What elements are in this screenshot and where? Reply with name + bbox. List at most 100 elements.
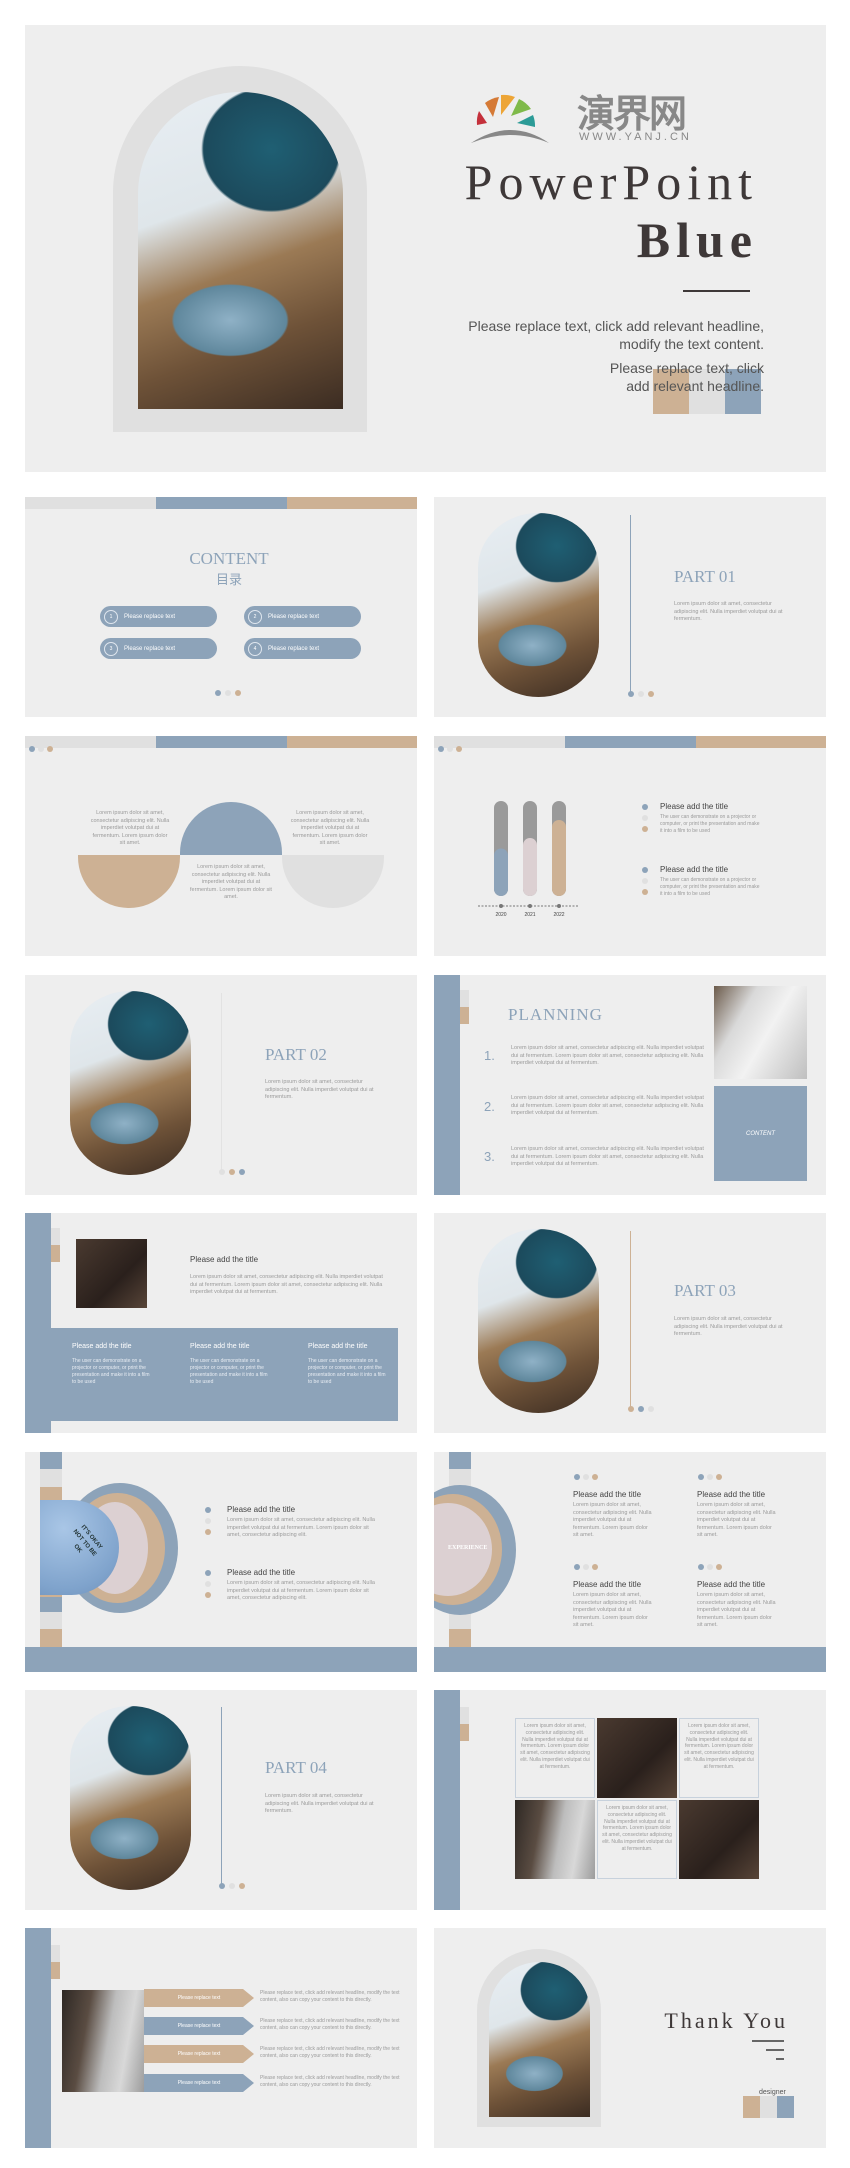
axis-marker <box>499 904 503 908</box>
bullet-dot <box>642 878 648 884</box>
deco-line <box>776 2058 784 2060</box>
dot <box>219 1883 225 1889</box>
chart-slide[interactable]: 2020 2021 2022 Please add the title The us… <box>434 736 826 956</box>
dot <box>638 691 644 697</box>
photo-grid-slide[interactable]: Lorem ipsum dolor sit amet, consectetur … <box>434 1690 826 1910</box>
contents-item-4[interactable]: 4 Please replace text <box>244 638 361 659</box>
dot <box>447 746 453 752</box>
stripe-gray <box>40 1612 62 1629</box>
arrow-list-slide[interactable]: Please replace text Please replace text … <box>25 1928 417 2148</box>
bullet-dot <box>205 1581 211 1587</box>
semicircle-gray <box>282 855 384 908</box>
side-bar <box>25 1213 51 1433</box>
top-bar-tan <box>287 497 417 509</box>
arrow-item[interactable]: Please replace text <box>144 1989 254 2007</box>
item-number: 2. <box>484 1099 495 1114</box>
thank-you-slide[interactable]: Thank You designer <box>434 1928 826 2148</box>
side-bar <box>434 975 460 1195</box>
part-description: Lorem ipsum dolor sit amet, consectetur … <box>265 1079 374 1100</box>
item-text: Lorem ipsum dolor sit amet, consectetur … <box>573 1502 652 1538</box>
logo-text: 演界网 <box>577 92 687 136</box>
side-block-tan <box>460 1007 469 1024</box>
stripe-gray <box>40 1469 62 1487</box>
three-column-slide[interactable]: Please add the title Lorem ipsum dolor s… <box>25 1213 417 1433</box>
logo: 演界网 WWW.YANJ.CN <box>471 89 716 145</box>
item-title: Please add the title <box>697 1490 766 1499</box>
contents-subtitle: 目录 <box>215 573 242 588</box>
side-block-tan <box>460 1724 469 1741</box>
painting-photo <box>478 1229 599 1413</box>
axis-marker <box>557 904 561 908</box>
dot <box>628 1406 634 1412</box>
dot <box>38 746 44 752</box>
item-text: The user can demonstrate on a projector … <box>660 877 760 897</box>
side-block-tan <box>51 1245 60 1262</box>
grid-text-cell: Lorem ipsum dolor sit amet, consectetur … <box>597 1800 677 1879</box>
dot <box>215 690 221 696</box>
semicircle-tan <box>78 855 180 908</box>
arrow-item[interactable]: Please replace text <box>144 2017 254 2035</box>
dot <box>583 1474 589 1480</box>
part-title: PART 04 <box>265 1758 327 1777</box>
column-text: The user can demonstrate on a projector … <box>72 1358 150 1385</box>
deco-line <box>766 2049 784 2051</box>
item-title: Please add the title <box>660 802 729 811</box>
bullet-dot <box>205 1592 211 1598</box>
contents-item-1[interactable]: 1 Please replace text <box>100 606 217 627</box>
cover-slide[interactable]: 演界网 WWW.YANJ.CN PowerPoint Blue Please r… <box>25 25 826 472</box>
dot <box>438 746 444 752</box>
part-02-slide[interactable]: PART 02 Lorem ipsum dolor sit amet, cons… <box>25 975 417 1195</box>
bullet-dot <box>642 867 648 873</box>
stripe-blue <box>40 1597 62 1612</box>
experience-label: EXPERIENCE <box>448 1545 488 1551</box>
part-01-slide[interactable]: PART 01 Lorem ipsum dolor sit amet, cons… <box>434 497 826 717</box>
painting-photo <box>138 92 343 409</box>
dot <box>707 1474 713 1480</box>
dot <box>219 1169 225 1175</box>
side-block-tan <box>51 1962 60 1979</box>
divider <box>683 290 750 292</box>
text-middle: Lorem ipsum dolor sit amet, consectetur … <box>190 864 272 900</box>
grid-text-cell: Lorem ipsum dolor sit amet, consectetur … <box>679 1718 759 1798</box>
side-bar <box>25 1928 51 2148</box>
bullet-dot <box>205 1529 211 1535</box>
dot <box>698 1474 704 1480</box>
part-description: Lorem ipsum dolor sit amet, consectetur … <box>674 1316 783 1337</box>
semicircle-slide[interactable]: Lorem ipsum dolor sit amet, consectetur … <box>25 736 417 956</box>
dot <box>592 1474 598 1480</box>
planning-slide[interactable]: PLANNING 1. 2. 3. Lorem ipsum dolor sit … <box>434 975 826 1195</box>
dot <box>716 1564 722 1570</box>
arrow-item[interactable]: Please replace text <box>144 2045 254 2063</box>
stripe-tan <box>40 1629 62 1647</box>
column-text: The user can demonstrate on a projector … <box>190 1358 268 1385</box>
dot <box>239 1169 245 1175</box>
top-bar-tan <box>696 736 826 748</box>
content-box: CONTENT <box>714 1086 807 1181</box>
designer-label: designer <box>759 2089 786 2096</box>
bullet-dot <box>205 1518 211 1524</box>
circles-slide[interactable]: IT'S OKAY NOT TO BE OK Please add the ti… <box>25 1452 417 1672</box>
column-title: Please add the title <box>72 1343 132 1350</box>
arrow-item[interactable]: Please replace text <box>144 2074 254 2092</box>
contents-slide[interactable]: CONTENT 目录 1 Please replace text 2 Please … <box>25 497 417 717</box>
dot <box>229 1883 235 1889</box>
contents-item-3[interactable]: 3 Please replace text <box>100 638 217 659</box>
item-label: Please replace text <box>124 613 176 620</box>
dot <box>229 1169 235 1175</box>
top-bar-blue <box>156 497 287 509</box>
stripe-blue <box>449 1452 471 1469</box>
item-text: Lorem ipsum dolor sit amet, consectetur … <box>227 1580 375 1601</box>
deco-line <box>752 2040 784 2042</box>
top-bar-blue <box>156 736 287 748</box>
dot <box>698 1564 704 1570</box>
x-tick-label: 2022 <box>553 912 564 918</box>
experience-slide[interactable]: EXPERIENCE Please add the title Lorem ip… <box>434 1452 826 1672</box>
section-title: Please add the title <box>190 1255 259 1264</box>
cover-subtitle-2: Please replace text, click add relevant … <box>609 360 764 394</box>
part-04-slide[interactable]: PART 04 Lorem ipsum dolor sit amet, cons… <box>25 1690 417 1910</box>
contents-item-2[interactable]: 2 Please replace text <box>244 606 361 627</box>
item-text: Lorem ipsum dolor sit amet, consectetur … <box>697 1502 776 1538</box>
cover-subtitle-1: Please replace text, click add relevant … <box>468 318 764 352</box>
side-block-gray <box>460 1707 469 1724</box>
part-03-slide[interactable]: PART 03 Lorem ipsum dolor sit amet, cons… <box>434 1213 826 1433</box>
